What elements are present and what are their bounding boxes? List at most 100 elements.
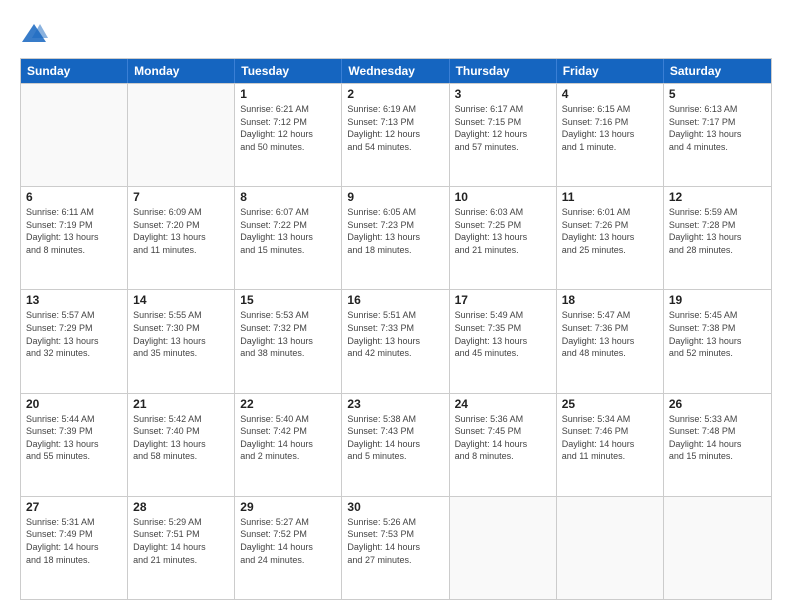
day-detail: Sunrise: 6:21 AM Sunset: 7:12 PM Dayligh… [240,103,336,153]
day-number: 28 [133,500,229,514]
day-detail: Sunrise: 5:40 AM Sunset: 7:42 PM Dayligh… [240,413,336,463]
calendar-header-cell: Sunday [21,59,128,83]
calendar-week-row: 6 Sunrise: 6:11 AM Sunset: 7:19 PM Daylig… [21,186,771,289]
logo [20,18,52,48]
day-detail: Sunrise: 5:55 AM Sunset: 7:30 PM Dayligh… [133,309,229,359]
day-detail: Sunrise: 5:44 AM Sunset: 7:39 PM Dayligh… [26,413,122,463]
calendar-cell [21,84,128,186]
day-detail: Sunrise: 5:34 AM Sunset: 7:46 PM Dayligh… [562,413,658,463]
day-number: 4 [562,87,658,101]
calendar-cell: 25 Sunrise: 5:34 AM Sunset: 7:46 PM Dayli… [557,394,664,496]
day-detail: Sunrise: 5:47 AM Sunset: 7:36 PM Dayligh… [562,309,658,359]
day-detail: Sunrise: 6:07 AM Sunset: 7:22 PM Dayligh… [240,206,336,256]
calendar-cell: 9Sunrise: 6:05 AM Sunset: 7:23 PM Daylig… [342,187,449,289]
day-number: 15 [240,293,336,307]
calendar-cell: 4 Sunrise: 6:15 AM Sunset: 7:16 PM Daylig… [557,84,664,186]
day-detail: Sunrise: 5:36 AM Sunset: 7:45 PM Dayligh… [455,413,551,463]
calendar-cell: 19Sunrise: 5:45 AM Sunset: 7:38 PM Dayli… [664,290,771,392]
calendar-cell [664,497,771,599]
calendar-header-cell: Thursday [450,59,557,83]
day-number: 5 [669,87,766,101]
day-detail: Sunrise: 6:13 AM Sunset: 7:17 PM Dayligh… [669,103,766,153]
day-detail: Sunrise: 5:53 AM Sunset: 7:32 PM Dayligh… [240,309,336,359]
day-number: 13 [26,293,122,307]
day-number: 22 [240,397,336,411]
day-detail: Sunrise: 6:01 AM Sunset: 7:26 PM Dayligh… [562,206,658,256]
calendar-week-row: 13 Sunrise: 5:57 AM Sunset: 7:29 PM Dayli… [21,289,771,392]
calendar-body: 1 Sunrise: 6:21 AM Sunset: 7:12 PM Daylig… [21,83,771,599]
day-number: 11 [562,190,658,204]
day-detail: Sunrise: 6:19 AM Sunset: 7:13 PM Dayligh… [347,103,443,153]
calendar-cell: 12 Sunrise: 5:59 AM Sunset: 7:28 PM Dayli… [664,187,771,289]
calendar-cell: 6 Sunrise: 6:11 AM Sunset: 7:19 PM Daylig… [21,187,128,289]
day-detail: Sunrise: 6:11 AM Sunset: 7:19 PM Dayligh… [26,206,122,256]
day-detail: Sunrise: 6:17 AM Sunset: 7:15 PM Dayligh… [455,103,551,153]
day-number: 1 [240,87,336,101]
day-detail: Sunrise: 5:29 AM Sunset: 7:51 PM Dayligh… [133,516,229,566]
calendar-cell: 29 Sunrise: 5:27 AM Sunset: 7:52 PM Dayli… [235,497,342,599]
calendar-cell: 24 Sunrise: 5:36 AM Sunset: 7:45 PM Dayli… [450,394,557,496]
calendar-cell: 28 Sunrise: 5:29 AM Sunset: 7:51 PM Dayli… [128,497,235,599]
calendar-cell: 30 Sunrise: 5:26 AM Sunset: 7:53 PM Dayli… [342,497,449,599]
day-number: 8 [240,190,336,204]
calendar-cell: 14 Sunrise: 5:55 AM Sunset: 7:30 PM Dayli… [128,290,235,392]
day-detail: Sunrise: 6:15 AM Sunset: 7:16 PM Dayligh… [562,103,658,153]
calendar-cell: 20 Sunrise: 5:44 AM Sunset: 7:39 PM Dayli… [21,394,128,496]
calendar-cell: 3Sunrise: 6:17 AM Sunset: 7:15 PM Daylig… [450,84,557,186]
day-detail: Sunrise: 5:27 AM Sunset: 7:52 PM Dayligh… [240,516,336,566]
day-number: 24 [455,397,551,411]
day-number: 14 [133,293,229,307]
day-detail: Sunrise: 5:42 AM Sunset: 7:40 PM Dayligh… [133,413,229,463]
calendar-cell: 26Sunrise: 5:33 AM Sunset: 7:48 PM Dayli… [664,394,771,496]
calendar-cell: 27 Sunrise: 5:31 AM Sunset: 7:49 PM Dayli… [21,497,128,599]
calendar-header-row: SundayMondayTuesdayWednesdayThursdayFrid… [21,59,771,83]
calendar-header-cell: Tuesday [235,59,342,83]
day-detail: Sunrise: 5:38 AM Sunset: 7:43 PM Dayligh… [347,413,443,463]
calendar-header-cell: Monday [128,59,235,83]
calendar-cell: 22 Sunrise: 5:40 AM Sunset: 7:42 PM Dayli… [235,394,342,496]
calendar-week-row: 20 Sunrise: 5:44 AM Sunset: 7:39 PM Dayli… [21,393,771,496]
day-number: 12 [669,190,766,204]
calendar-cell: 10Sunrise: 6:03 AM Sunset: 7:25 PM Dayli… [450,187,557,289]
day-detail: Sunrise: 5:49 AM Sunset: 7:35 PM Dayligh… [455,309,551,359]
calendar-week-row: 1 Sunrise: 6:21 AM Sunset: 7:12 PM Daylig… [21,83,771,186]
calendar-cell: 2 Sunrise: 6:19 AM Sunset: 7:13 PM Daylig… [342,84,449,186]
calendar-cell: 15 Sunrise: 5:53 AM Sunset: 7:32 PM Dayli… [235,290,342,392]
calendar-cell: 5 Sunrise: 6:13 AM Sunset: 7:17 PM Daylig… [664,84,771,186]
day-number: 18 [562,293,658,307]
day-detail: Sunrise: 5:31 AM Sunset: 7:49 PM Dayligh… [26,516,122,566]
calendar-cell [128,84,235,186]
day-number: 7 [133,190,229,204]
day-number: 23 [347,397,443,411]
day-detail: Sunrise: 5:59 AM Sunset: 7:28 PM Dayligh… [669,206,766,256]
day-number: 2 [347,87,443,101]
day-number: 6 [26,190,122,204]
day-number: 20 [26,397,122,411]
calendar-cell: 13 Sunrise: 5:57 AM Sunset: 7:29 PM Dayli… [21,290,128,392]
day-number: 25 [562,397,658,411]
calendar-cell: 17 Sunrise: 5:49 AM Sunset: 7:35 PM Dayli… [450,290,557,392]
day-number: 17 [455,293,551,307]
day-number: 26 [669,397,766,411]
calendar-cell: 23 Sunrise: 5:38 AM Sunset: 7:43 PM Dayli… [342,394,449,496]
calendar-cell: 21 Sunrise: 5:42 AM Sunset: 7:40 PM Dayli… [128,394,235,496]
calendar-cell [450,497,557,599]
day-number: 27 [26,500,122,514]
day-detail: Sunrise: 5:45 AM Sunset: 7:38 PM Dayligh… [669,309,766,359]
calendar-header-cell: Friday [557,59,664,83]
calendar: SundayMondayTuesdayWednesdayThursdayFrid… [20,58,772,600]
calendar-header-cell: Wednesday [342,59,449,83]
day-number: 21 [133,397,229,411]
day-number: 10 [455,190,551,204]
calendar-cell [557,497,664,599]
day-number: 16 [347,293,443,307]
day-detail: Sunrise: 6:09 AM Sunset: 7:20 PM Dayligh… [133,206,229,256]
calendar-cell: 16Sunrise: 5:51 AM Sunset: 7:33 PM Dayli… [342,290,449,392]
day-detail: Sunrise: 5:57 AM Sunset: 7:29 PM Dayligh… [26,309,122,359]
day-number: 30 [347,500,443,514]
calendar-cell: 7 Sunrise: 6:09 AM Sunset: 7:20 PM Daylig… [128,187,235,289]
day-detail: Sunrise: 5:26 AM Sunset: 7:53 PM Dayligh… [347,516,443,566]
day-detail: Sunrise: 6:05 AM Sunset: 7:23 PM Dayligh… [347,206,443,256]
logo-icon [20,20,48,48]
day-number: 29 [240,500,336,514]
